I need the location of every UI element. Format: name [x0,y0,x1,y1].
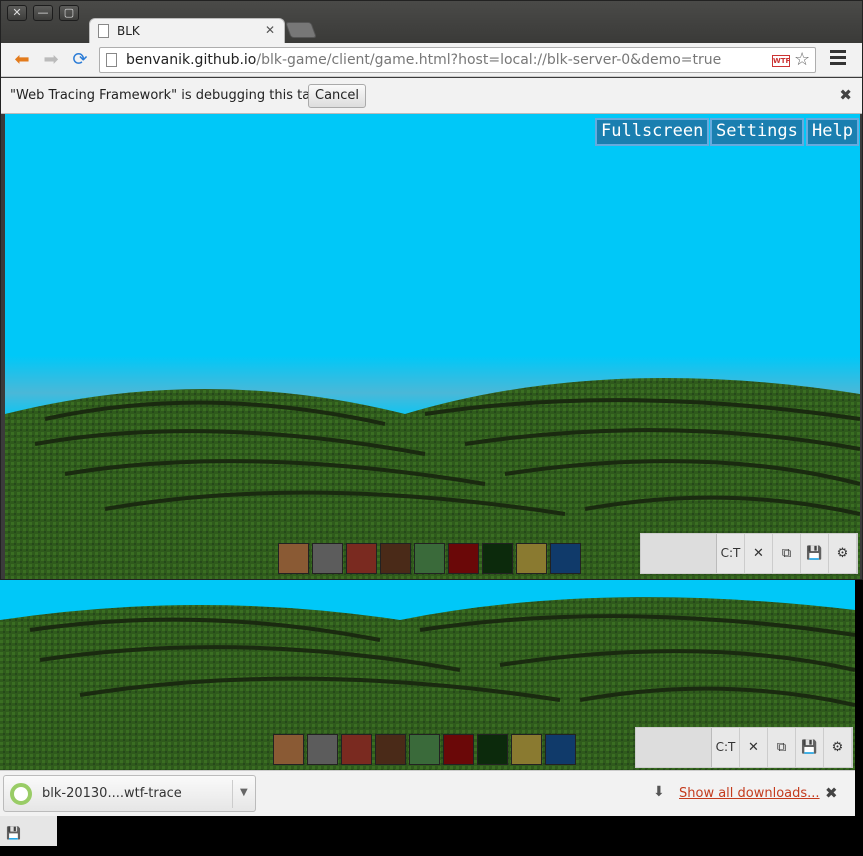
block-slot[interactable] [307,734,338,765]
block-slot[interactable] [550,543,581,574]
window-minimize-button[interactable]: — [33,5,53,21]
infobar-message: "Web Tracing Framework" is debugging thi… [10,88,323,103]
wtf-toolbar: C:T ✕ ⧉ 💾 ⚙ [635,727,853,768]
chevron-down-icon[interactable]: ▼ [240,787,248,798]
block-slot[interactable] [273,734,304,765]
wtf-settings-icon[interactable]: ⚙ [824,728,852,767]
block-slot[interactable] [511,734,542,765]
block-slot[interactable] [516,543,547,574]
download-arrow-icon: ⬇ [653,784,665,800]
wtf-search-field[interactable] [636,728,712,767]
browser-window: ✕ — ▢ BLK ✕ ⬅ ➡ ⟳ benvanik.github.io/blk… [0,0,863,580]
block-slot[interactable] [414,543,445,574]
wtf-toolbar: C:T ✕ ⧉ 💾 ⚙ [640,533,858,574]
wtf-extension-icon[interactable]: WTF [772,55,790,67]
window-maximize-button[interactable]: ▢ [59,5,79,21]
window-close-button[interactable]: ✕ [7,5,27,21]
bookmark-star-icon[interactable]: ☆ [794,49,810,70]
page-icon [98,24,109,38]
wtf-settings-icon[interactable]: ⚙ [829,534,857,573]
block-slot[interactable] [482,543,513,574]
block-slot[interactable] [341,734,372,765]
help-button[interactable]: Help [806,118,859,146]
block-slot[interactable] [278,543,309,574]
block-slot[interactable] [409,734,440,765]
fullscreen-button[interactable]: Fullscreen [595,118,710,146]
block-slot[interactable] [545,734,576,765]
wtf-search-field[interactable] [641,534,717,573]
settings-button[interactable]: Settings [710,118,804,146]
back-arrow-icon[interactable]: ⬅ [11,49,33,71]
page-icon [106,53,117,67]
navigation-toolbar: ⬅ ➡ ⟳ benvanik.github.io/blk-game/client… [1,43,862,77]
infobar-close-icon[interactable]: ✖ [839,86,852,104]
block-slot[interactable] [375,734,406,765]
tab-close-icon[interactable]: ✕ [265,23,275,37]
wtf-ct-button[interactable]: C:T [712,728,740,767]
download-filename: blk-20130....wtf-trace [42,786,182,801]
download-item[interactable]: blk-20130....wtf-trace ▼ [3,775,256,812]
reload-icon[interactable]: ⟳ [69,49,91,71]
game-viewport[interactable]: Fullscreen Settings Help C:T ✕ ⧉ 💾 ⚙ [5,114,860,579]
block-slot[interactable] [443,734,474,765]
wtf-clear-icon[interactable]: ✕ [740,728,768,767]
tab-title: BLK [117,24,140,38]
save-icon[interactable]: 💾 [6,826,21,840]
download-progress-icon [10,783,32,805]
title-bar: ✕ — ▢ BLK ✕ [1,1,862,44]
tab-blk[interactable]: BLK ✕ [89,18,285,44]
block-slot[interactable] [346,543,377,574]
url-text[interactable]: benvanik.github.io/blk-game/client/game.… [126,52,721,68]
new-tab-button[interactable] [285,22,317,38]
address-bar[interactable]: benvanik.github.io/blk-game/client/game.… [99,47,816,73]
block-palette [273,734,576,765]
wtf-snapshot-icon[interactable]: ⧉ [773,534,801,573]
wtf-save-icon[interactable]: 💾 [801,534,829,573]
divider [232,780,233,808]
terrain-landscape [5,378,860,579]
downloads-bar: blk-20130....wtf-trace ▼ ⬇ Show all down… [0,770,855,816]
wtf-clear-icon[interactable]: ✕ [745,534,773,573]
block-palette [278,543,581,574]
forward-arrow-icon[interactable]: ➡ [40,49,62,71]
downloads-close-icon[interactable]: ✖ [825,784,838,802]
block-slot[interactable] [380,543,411,574]
wtf-ct-button[interactable]: C:T [717,534,745,573]
show-all-downloads-link[interactable]: Show all downloads... [679,786,820,801]
block-slot[interactable] [312,543,343,574]
menu-icon[interactable] [830,50,846,68]
cancel-button[interactable]: Cancel [308,84,367,108]
wtf-save-icon[interactable]: 💾 [796,728,824,767]
block-slot[interactable] [477,734,508,765]
game-viewport-secondary[interactable]: C:T ✕ ⧉ 💾 ⚙ [0,580,855,770]
wtf-snapshot-icon[interactable]: ⧉ [768,728,796,767]
debug-infobar: "Web Tracing Framework" is debugging thi… [1,78,862,114]
taskbar-stub: 💾 [0,816,57,846]
block-slot[interactable] [448,543,479,574]
